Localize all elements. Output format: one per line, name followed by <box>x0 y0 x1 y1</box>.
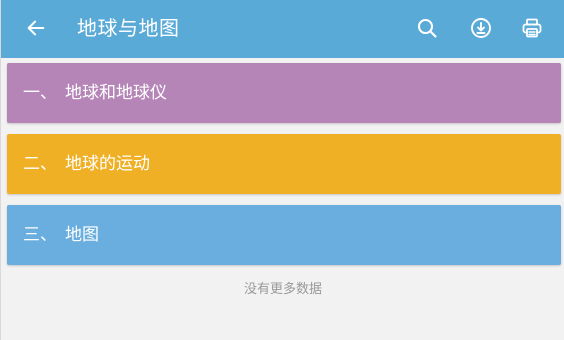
chapter-number: 三、 <box>23 225 57 245</box>
print-icon <box>522 18 542 38</box>
chapter-number: 二、 <box>23 154 57 174</box>
download-button[interactable] <box>466 13 496 43</box>
download-icon <box>471 18 491 38</box>
search-icon <box>417 18 437 38</box>
top-app-bar: 地球与地图 <box>1 0 564 58</box>
arrow-left-icon <box>27 20 45 36</box>
chapter-item[interactable]: 一、 地球和地球仪 <box>7 63 561 123</box>
chapter-item[interactable]: 二、 地球的运动 <box>7 134 561 194</box>
print-button[interactable] <box>517 13 547 43</box>
page-title: 地球与地图 <box>77 16 180 40</box>
chapter-title: 地球和地球仪 <box>65 83 167 103</box>
search-button[interactable] <box>412 13 442 43</box>
chapter-title: 地球的运动 <box>65 154 150 174</box>
chapter-title: 地图 <box>65 225 99 245</box>
no-more-data-text: 没有更多数据 <box>243 282 322 297</box>
back-button[interactable] <box>21 13 51 43</box>
app-screen: 地球与地图 一、 地球和地球仪 二、 地球的运动 三、 地图 没有更多数据 <box>0 0 564 340</box>
chapter-number: 一、 <box>23 83 57 103</box>
chapter-item[interactable]: 三、 地图 <box>7 205 561 265</box>
